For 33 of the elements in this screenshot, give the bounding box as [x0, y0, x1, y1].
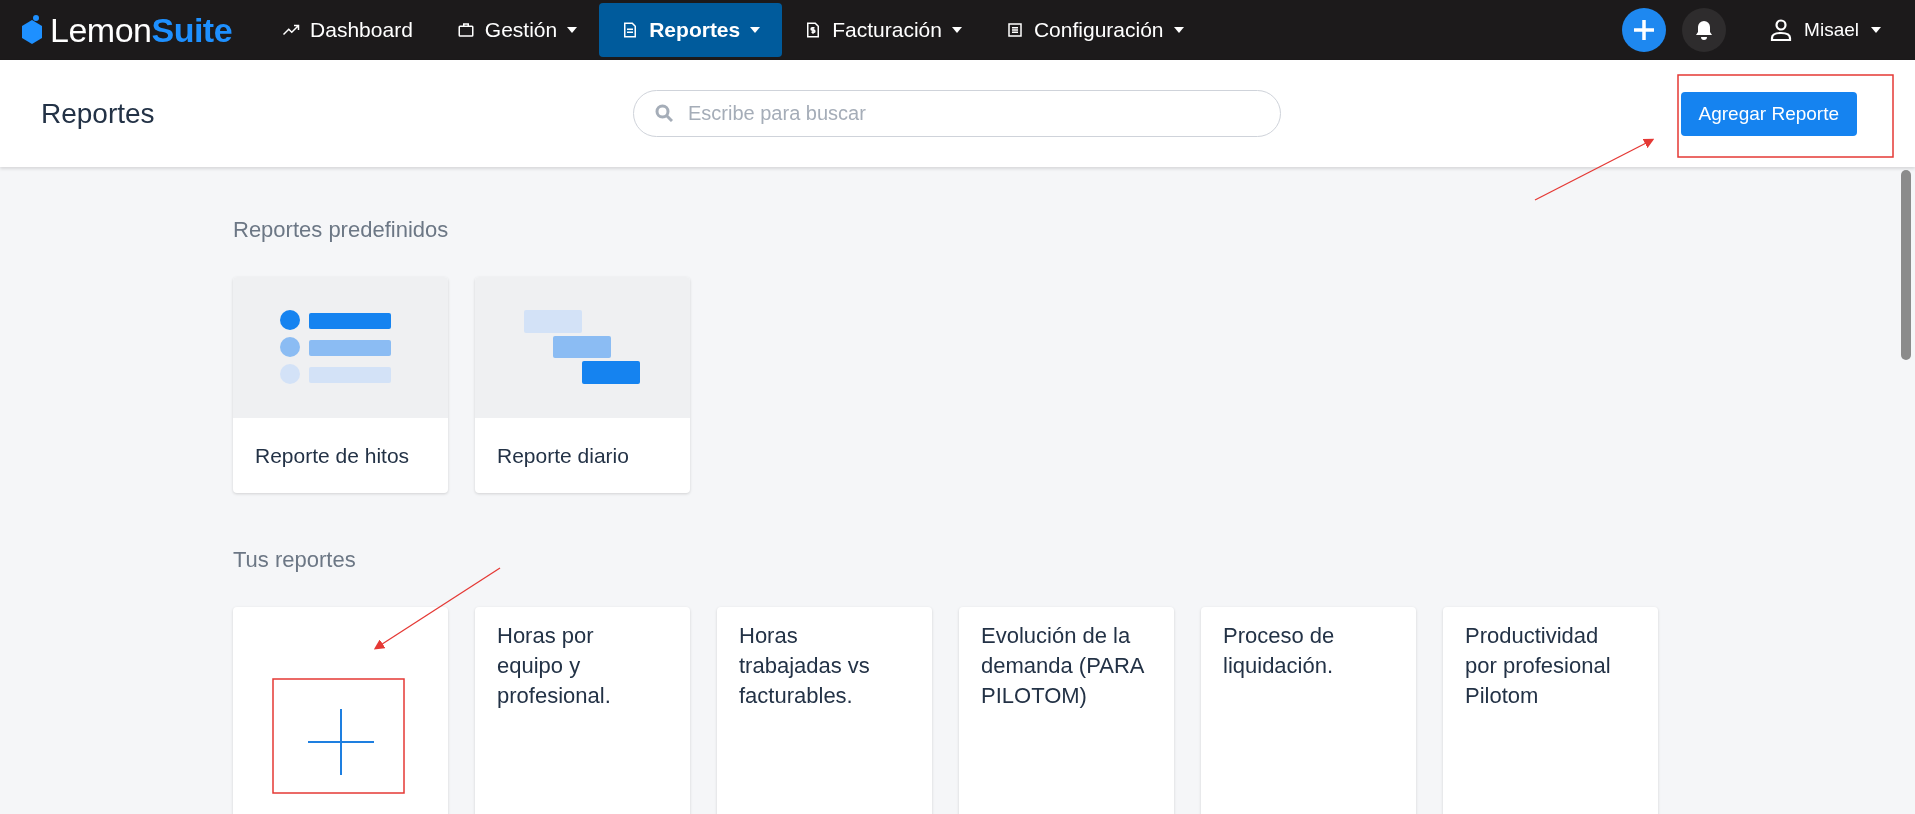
- notifications-button[interactable]: [1682, 8, 1727, 52]
- report-card[interactable]: Evolución de la demanda (PARA PILOTOM): [959, 607, 1174, 814]
- report-card[interactable]: Horas trabajadas vs facturables.: [717, 607, 932, 814]
- bell-icon: [1695, 20, 1714, 40]
- report-card[interactable]: Productividad por profesional Pilotom: [1443, 607, 1658, 814]
- user-icon: [1770, 19, 1793, 41]
- nav-menu-item[interactable]: Dashboard: [260, 3, 435, 57]
- card-title: Reporte de hitos: [254, 442, 411, 469]
- card-title: Reporte diario: [496, 442, 630, 469]
- section-heading: Reportes predefinidos: [233, 217, 450, 243]
- add-report-card[interactable]: [233, 607, 448, 814]
- caret-icon: [1871, 27, 1881, 33]
- nav-menu-item[interactable]: Configuración: [983, 3, 1206, 57]
- report-card[interactable]: Reporte de hitos: [233, 277, 448, 493]
- list-icon: [1005, 21, 1024, 39]
- nav-menu-item[interactable]: Facturación: [782, 3, 984, 57]
- add-button[interactable]: [1622, 8, 1667, 52]
- plus-icon: [1633, 19, 1656, 41]
- search-icon: [655, 104, 673, 122]
- nav-menu-item[interactable]: Reportes: [599, 3, 783, 57]
- plus-icon: [307, 709, 374, 775]
- briefcase-icon: [456, 21, 475, 39]
- logo-wordmark: LemonSuite: [50, 10, 233, 50]
- page-title: Reportes: [41, 97, 156, 130]
- section-heading: Tus reportes: [233, 547, 357, 573]
- user-menu[interactable]: Misael: [1764, 18, 1887, 42]
- report-card[interactable]: Horas por equipo y profesional.: [475, 607, 690, 814]
- search-field[interactable]: Escribe para buscar: [633, 90, 1281, 137]
- logo-icon: [20, 15, 44, 45]
- add-report-button[interactable]: Agregar Reporte: [1680, 91, 1857, 136]
- nav-menu-item[interactable]: Gestión: [434, 3, 600, 57]
- report-card[interactable]: Proceso de liquidación.: [1201, 607, 1416, 814]
- report-card[interactable]: Reporte diario: [475, 277, 690, 493]
